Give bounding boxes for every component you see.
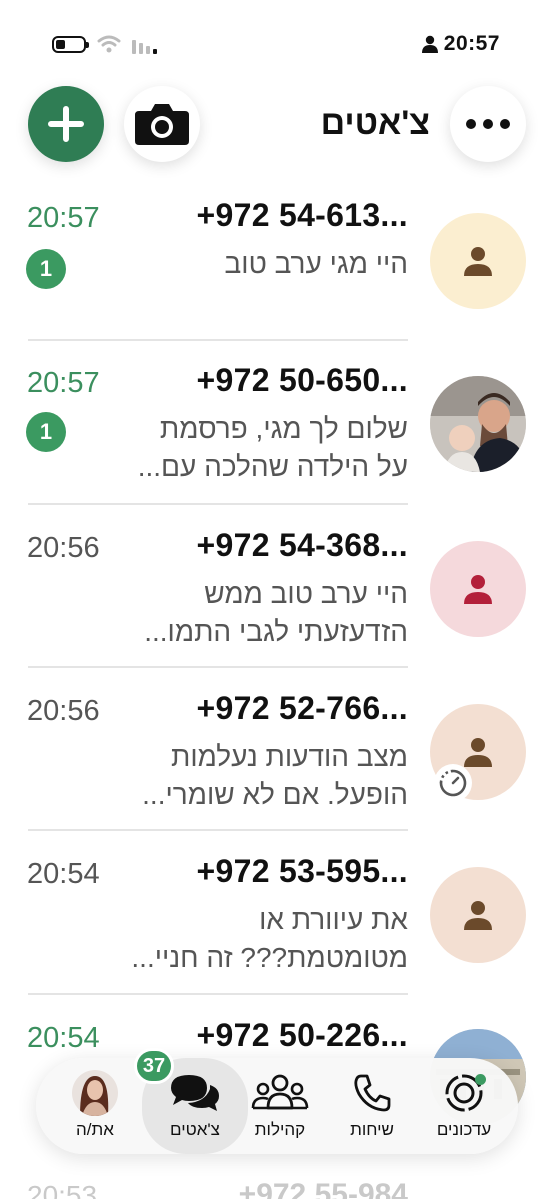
plus-icon (48, 106, 84, 142)
tab-label: צ'אטים (170, 1120, 220, 1139)
header: צ'אטים (0, 80, 554, 170)
chat-name: +972 54-613... (196, 197, 408, 233)
chat-time: 20:56 (27, 695, 100, 727)
chat-time: 20:54 (27, 858, 100, 890)
chat-name: +972 50-226... (196, 1017, 408, 1053)
chat-row[interactable]: +972 54-368... 20:56 היי ערב טוב ממש הזד… (0, 505, 554, 667)
unread-badge: 1 (26, 249, 66, 289)
updates-dot (475, 1074, 486, 1085)
chat-row[interactable]: +972 53-595... 20:54 את עיוורת או מטומטמ… (0, 831, 554, 994)
contact-avatar[interactable] (430, 867, 526, 963)
chat-name: +972 55-984 (238, 1178, 408, 1199)
wifi-icon (97, 35, 121, 53)
person-icon (464, 575, 492, 604)
more-options-button[interactable] (450, 86, 526, 162)
contact-avatar[interactable] (430, 541, 526, 637)
chat-name: +972 53-595... (196, 853, 408, 889)
person-icon (464, 247, 492, 276)
chat-row[interactable]: +972 52-766... 20:56 מצב הודעות נעלמות ה… (0, 668, 554, 831)
contact-photo[interactable] (430, 376, 526, 472)
chat-time: 20:57 (27, 202, 100, 234)
person-icon (464, 738, 492, 767)
person-icon (464, 901, 492, 930)
more-dots-icon (466, 119, 510, 129)
chat-time: 20:56 (27, 532, 100, 564)
disappearing-timer-icon (434, 764, 472, 802)
bottom-tab-bar: עדכונים שיחות קהילות צ'אטים 37 את/ה (36, 1048, 518, 1154)
unread-badge: 1 (26, 412, 66, 452)
status-time: 20:57 (443, 32, 500, 55)
tab-label: קהילות (254, 1120, 306, 1139)
new-chat-button[interactable] (28, 86, 104, 162)
chat-row[interactable]: +972 50-650... 20:57 שלום לך מגי, פרסמת … (0, 340, 554, 505)
profile-avatar (72, 1070, 118, 1116)
chat-name: +972 52-766... (196, 690, 408, 726)
chat-time: 20:54 (27, 1022, 100, 1054)
chat-row[interactable]: +972 54-613... 20:57 היי מגי ערב טוב 1 (0, 175, 554, 340)
phone-icon (351, 1070, 393, 1116)
chat-preview: מצב הודעות נעלמות הופעל. אם לא שומרי... (142, 741, 408, 810)
tab-communities[interactable]: קהילות (236, 1058, 324, 1154)
contact-photo-image (430, 376, 526, 472)
tab-chats[interactable]: צ'אטים 37 (134, 1048, 248, 1154)
chats-unread-badge: 37 (134, 1048, 174, 1084)
tab-label: עדכונים (436, 1120, 492, 1139)
signal-icon (132, 40, 157, 54)
tab-calls[interactable]: שיחות (328, 1058, 416, 1154)
camera-icon (135, 104, 189, 145)
chat-preview: את עיוורת או מטומטמת??? זה חניי... (131, 904, 408, 973)
tab-label: את/ה (76, 1120, 114, 1139)
chat-time: 20:53 (27, 1180, 98, 1199)
chat-time: 20:57 (27, 367, 100, 399)
updates-icon (442, 1070, 486, 1116)
chat-name: +972 50-650... (196, 362, 408, 398)
communities-icon (251, 1070, 309, 1116)
partial-chat-row[interactable]: +972 55-984 20:53 (0, 1176, 554, 1199)
battery-icon (52, 36, 89, 53)
status-bar: 20:57 (0, 0, 554, 80)
page-title: צ'אטים (320, 104, 430, 142)
camera-button[interactable] (124, 86, 200, 162)
contact-avatar[interactable] (430, 213, 526, 309)
chat-preview: היי מגי ערב טוב (224, 248, 408, 279)
chat-preview: שלום לך מגי, פרסמת על הילדה שהלכה עם... (137, 413, 408, 482)
chats-icon (167, 1070, 223, 1116)
chat-name: +972 54-368... (196, 527, 408, 563)
tab-label: שיחות (350, 1120, 394, 1139)
chat-preview: היי ערב טוב ממש הזדעזעתי לגבי התמו... (144, 578, 408, 647)
tab-you[interactable]: את/ה (50, 1058, 140, 1154)
person-status-icon (421, 35, 438, 53)
tab-updates[interactable]: עדכונים (420, 1058, 508, 1154)
